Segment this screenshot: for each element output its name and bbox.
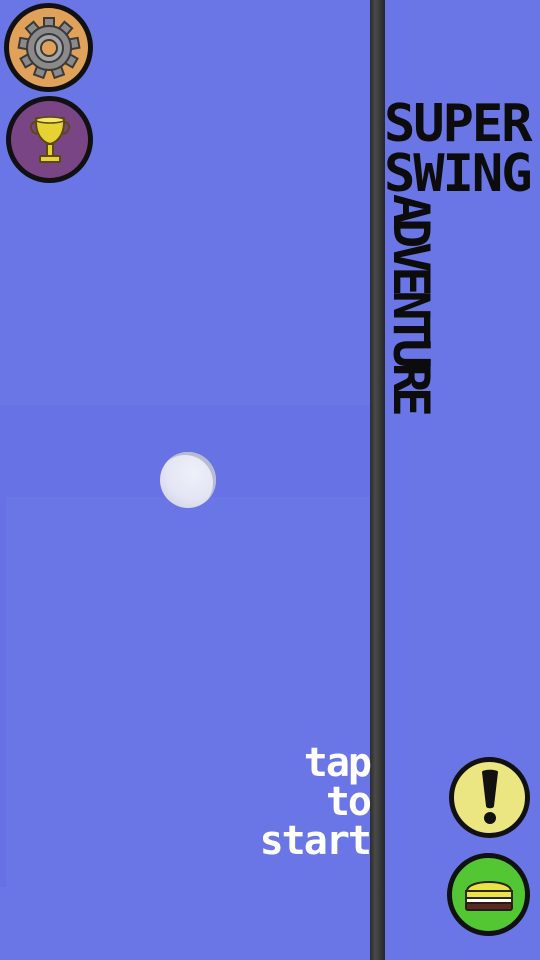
title-line-adventure: ADVENTURE — [382, 194, 440, 411]
exclamation-icon — [481, 769, 498, 824]
title-line-super: SUPER — [384, 94, 533, 154]
prompt-line-to: to — [325, 779, 372, 825]
settings-button[interactable] — [4, 3, 93, 92]
leaderboard-button[interactable] — [6, 96, 93, 183]
burger-icon — [464, 880, 513, 911]
swing-rope — [370, 0, 385, 960]
title-line-swing: SWING — [384, 144, 533, 204]
gear-icon — [16, 16, 81, 79]
trophy-icon — [29, 115, 70, 163]
game-title: SUPER SWING ADVENTURE — [382, 94, 540, 476]
info-button[interactable] — [449, 757, 530, 838]
prompt-line-tap: tap — [303, 740, 372, 786]
tap-to-start-prompt[interactable]: tap to start — [259, 740, 372, 864]
ball — [160, 452, 216, 508]
prompt-line-start: start — [259, 818, 372, 864]
background-band — [0, 497, 6, 887]
shop-button[interactable] — [447, 853, 530, 936]
